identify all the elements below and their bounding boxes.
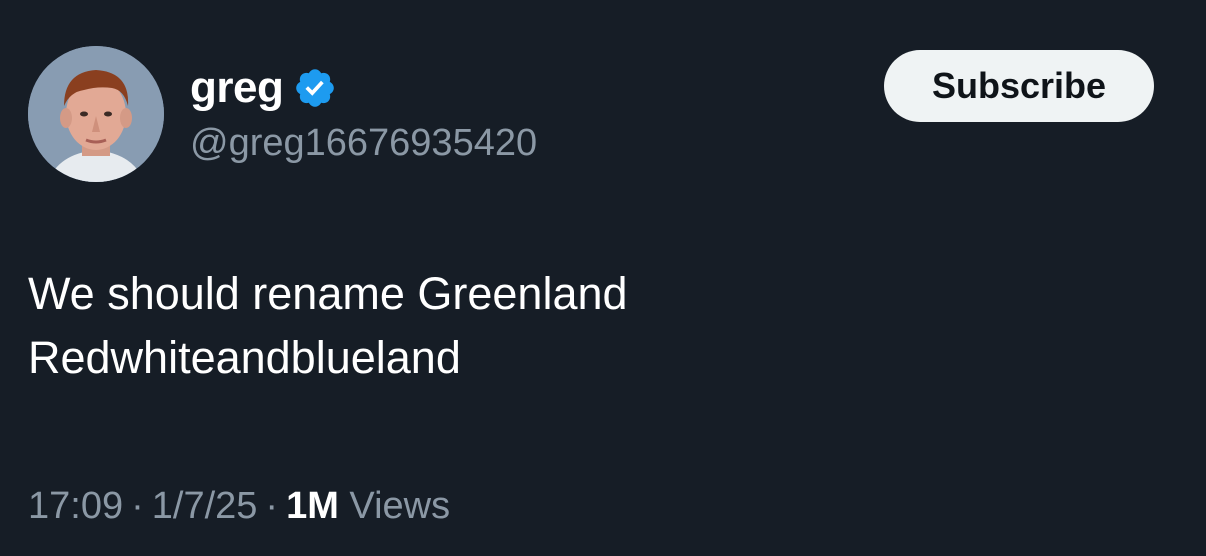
user-handle[interactable]: @greg16676935420 (190, 120, 537, 166)
verified-badge-icon (293, 66, 337, 110)
views-count[interactable]: 1M (286, 485, 339, 527)
user-name-row[interactable]: greg (190, 62, 337, 114)
display-name[interactable]: greg (190, 62, 284, 114)
avatar[interactable] (28, 46, 164, 182)
tweet-text-line: We should rename Greenland (28, 268, 628, 319)
tweet-time[interactable]: 17:09 (28, 485, 123, 527)
tweet-date[interactable]: 1/7/25 (152, 485, 258, 527)
tweet-text: We should rename Greenland Redwhiteandbl… (28, 262, 1148, 390)
views-label[interactable]: Views (349, 485, 450, 527)
subscribe-button[interactable]: Subscribe (884, 50, 1154, 122)
tweet: greg @greg16676935420 Subscribe We shoul… (0, 0, 1206, 556)
tweet-meta: 17:09 · 1/7/25 · 1M Views (28, 482, 450, 530)
meta-separator: · (131, 485, 144, 527)
tweet-text-line: Redwhiteandblueland (28, 332, 461, 383)
avatar-photo (28, 46, 164, 182)
meta-separator: · (265, 485, 279, 527)
